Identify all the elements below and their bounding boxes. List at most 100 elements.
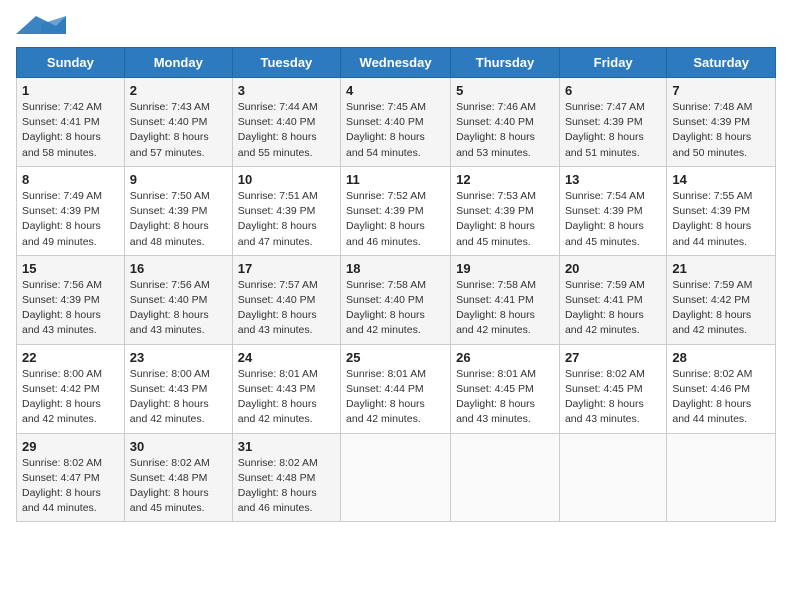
calendar-cell: 10 Sunrise: 7:51 AMSunset: 4:39 PMDayligh… [232, 166, 340, 255]
day-detail: Sunrise: 8:02 AMSunset: 4:48 PMDaylight:… [130, 456, 227, 517]
day-detail: Sunrise: 7:54 AMSunset: 4:39 PMDaylight:… [565, 189, 661, 250]
calendar-cell: 6 Sunrise: 7:47 AMSunset: 4:39 PMDaylight… [559, 78, 666, 167]
day-number: 7 [672, 83, 770, 98]
calendar-cell: 14 Sunrise: 7:55 AMSunset: 4:39 PMDayligh… [667, 166, 776, 255]
calendar-day-header: Thursday [451, 48, 560, 78]
day-number: 19 [456, 261, 554, 276]
calendar-day-header: Tuesday [232, 48, 340, 78]
day-detail: Sunrise: 8:02 AMSunset: 4:45 PMDaylight:… [565, 367, 661, 428]
day-detail: Sunrise: 8:02 AMSunset: 4:48 PMDaylight:… [238, 456, 335, 517]
day-detail: Sunrise: 7:52 AMSunset: 4:39 PMDaylight:… [346, 189, 445, 250]
calendar-cell [667, 433, 776, 522]
day-detail: Sunrise: 7:45 AMSunset: 4:40 PMDaylight:… [346, 100, 445, 161]
calendar-cell: 12 Sunrise: 7:53 AMSunset: 4:39 PMDayligh… [451, 166, 560, 255]
calendar-cell: 15 Sunrise: 7:56 AMSunset: 4:39 PMDayligh… [17, 255, 125, 344]
day-number: 18 [346, 261, 445, 276]
day-number: 23 [130, 350, 227, 365]
calendar-cell: 16 Sunrise: 7:56 AMSunset: 4:40 PMDayligh… [124, 255, 232, 344]
calendar-cell: 2 Sunrise: 7:43 AMSunset: 4:40 PMDaylight… [124, 78, 232, 167]
calendar-cell: 3 Sunrise: 7:44 AMSunset: 4:40 PMDaylight… [232, 78, 340, 167]
calendar-cell: 13Sunrise: 7:54 AMSunset: 4:39 PMDayligh… [559, 166, 666, 255]
calendar-cell: 25Sunrise: 8:01 AMSunset: 4:44 PMDayligh… [341, 344, 451, 433]
calendar-day-header: Monday [124, 48, 232, 78]
calendar-cell: 18 Sunrise: 7:58 AMSunset: 4:40 PMDayligh… [341, 255, 451, 344]
day-detail: Sunrise: 7:55 AMSunset: 4:39 PMDaylight:… [672, 189, 770, 250]
calendar-cell: 29Sunrise: 8:02 AMSunset: 4:47 PMDayligh… [17, 433, 125, 522]
day-number: 22 [22, 350, 119, 365]
day-number: 16 [130, 261, 227, 276]
calendar-day-header: Friday [559, 48, 666, 78]
calendar-week-row: 8Sunrise: 7:49 AMSunset: 4:39 PMDaylight… [17, 166, 776, 255]
calendar-cell [451, 433, 560, 522]
day-number: 17 [238, 261, 335, 276]
calendar-day-header: Saturday [667, 48, 776, 78]
calendar-cell [559, 433, 666, 522]
calendar-week-row: 15 Sunrise: 7:56 AMSunset: 4:39 PMDayligh… [17, 255, 776, 344]
day-detail: Sunrise: 7:47 AMSunset: 4:39 PMDaylight:… [565, 100, 661, 161]
day-number: 27 [565, 350, 661, 365]
calendar-week-row: 29Sunrise: 8:02 AMSunset: 4:47 PMDayligh… [17, 433, 776, 522]
calendar-cell: 30 Sunrise: 8:02 AMSunset: 4:48 PMDayligh… [124, 433, 232, 522]
day-detail: Sunrise: 7:56 AMSunset: 4:39 PMDaylight:… [22, 278, 119, 339]
calendar-cell: 24 Sunrise: 8:01 AMSunset: 4:43 PMDayligh… [232, 344, 340, 433]
day-detail: Sunrise: 8:02 AMSunset: 4:46 PMDaylight:… [672, 367, 770, 428]
day-number: 21 [672, 261, 770, 276]
calendar-cell: 23 Sunrise: 8:00 AMSunset: 4:43 PMDayligh… [124, 344, 232, 433]
day-detail: Sunrise: 8:00 AMSunset: 4:42 PMDaylight:… [22, 367, 119, 428]
day-number: 6 [565, 83, 661, 98]
day-number: 3 [238, 83, 335, 98]
day-detail: Sunrise: 7:42 AMSunset: 4:41 PMDaylight:… [22, 100, 119, 161]
day-number: 24 [238, 350, 335, 365]
calendar-header: SundayMondayTuesdayWednesdayThursdayFrid… [17, 48, 776, 78]
calendar-cell: 8Sunrise: 7:49 AMSunset: 4:39 PMDaylight… [17, 166, 125, 255]
day-number: 29 [22, 439, 119, 454]
day-detail: Sunrise: 7:43 AMSunset: 4:40 PMDaylight:… [130, 100, 227, 161]
day-number: 31 [238, 439, 335, 454]
day-detail: Sunrise: 7:56 AMSunset: 4:40 PMDaylight:… [130, 278, 227, 339]
logo [16, 16, 66, 39]
day-number: 8 [22, 172, 119, 187]
day-detail: Sunrise: 8:00 AMSunset: 4:43 PMDaylight:… [130, 367, 227, 428]
calendar-cell: 9 Sunrise: 7:50 AMSunset: 4:39 PMDaylight… [124, 166, 232, 255]
calendar-cell: 11 Sunrise: 7:52 AMSunset: 4:39 PMDayligh… [341, 166, 451, 255]
day-number: 14 [672, 172, 770, 187]
day-detail: Sunrise: 7:58 AMSunset: 4:41 PMDaylight:… [456, 278, 554, 339]
day-number: 26 [456, 350, 554, 365]
day-number: 30 [130, 439, 227, 454]
day-number: 1 [22, 83, 119, 98]
day-number: 12 [456, 172, 554, 187]
calendar-cell [341, 433, 451, 522]
day-detail: Sunrise: 7:51 AMSunset: 4:39 PMDaylight:… [238, 189, 335, 250]
day-detail: Sunrise: 7:57 AMSunset: 4:40 PMDaylight:… [238, 278, 335, 339]
calendar-cell: 21 Sunrise: 7:59 AMSunset: 4:42 PMDayligh… [667, 255, 776, 344]
day-detail: Sunrise: 7:44 AMSunset: 4:40 PMDaylight:… [238, 100, 335, 161]
logo-icon [16, 16, 66, 34]
calendar-cell: 4 Sunrise: 7:45 AMSunset: 4:40 PMDaylight… [341, 78, 451, 167]
calendar-cell: 17 Sunrise: 7:57 AMSunset: 4:40 PMDayligh… [232, 255, 340, 344]
day-number: 25 [346, 350, 445, 365]
calendar-cell: 7 Sunrise: 7:48 AMSunset: 4:39 PMDaylight… [667, 78, 776, 167]
calendar-cell: 22 Sunrise: 8:00 AMSunset: 4:42 PMDayligh… [17, 344, 125, 433]
day-detail: Sunrise: 7:50 AMSunset: 4:39 PMDaylight:… [130, 189, 227, 250]
calendar-cell: 1 Sunrise: 7:42 AMSunset: 4:41 PMDaylight… [17, 78, 125, 167]
day-detail: Sunrise: 7:58 AMSunset: 4:40 PMDaylight:… [346, 278, 445, 339]
day-detail: Sunrise: 7:46 AMSunset: 4:40 PMDaylight:… [456, 100, 554, 161]
day-detail: Sunrise: 7:48 AMSunset: 4:39 PMDaylight:… [672, 100, 770, 161]
day-number: 15 [22, 261, 119, 276]
day-number: 10 [238, 172, 335, 187]
day-number: 2 [130, 83, 227, 98]
day-detail: Sunrise: 7:59 AMSunset: 4:42 PMDaylight:… [672, 278, 770, 339]
calendar-day-header: Wednesday [341, 48, 451, 78]
day-number: 9 [130, 172, 227, 187]
day-number: 5 [456, 83, 554, 98]
page-header [16, 16, 776, 39]
calendar-week-row: 22 Sunrise: 8:00 AMSunset: 4:42 PMDayligh… [17, 344, 776, 433]
day-number: 11 [346, 172, 445, 187]
day-detail: Sunrise: 8:01 AMSunset: 4:43 PMDaylight:… [238, 367, 335, 428]
day-detail: Sunrise: 7:53 AMSunset: 4:39 PMDaylight:… [456, 189, 554, 250]
calendar-table: SundayMondayTuesdayWednesdayThursdayFrid… [16, 47, 776, 522]
day-number: 4 [346, 83, 445, 98]
day-detail: Sunrise: 8:01 AMSunset: 4:45 PMDaylight:… [456, 367, 554, 428]
day-detail: Sunrise: 7:59 AMSunset: 4:41 PMDaylight:… [565, 278, 661, 339]
day-number: 28 [672, 350, 770, 365]
